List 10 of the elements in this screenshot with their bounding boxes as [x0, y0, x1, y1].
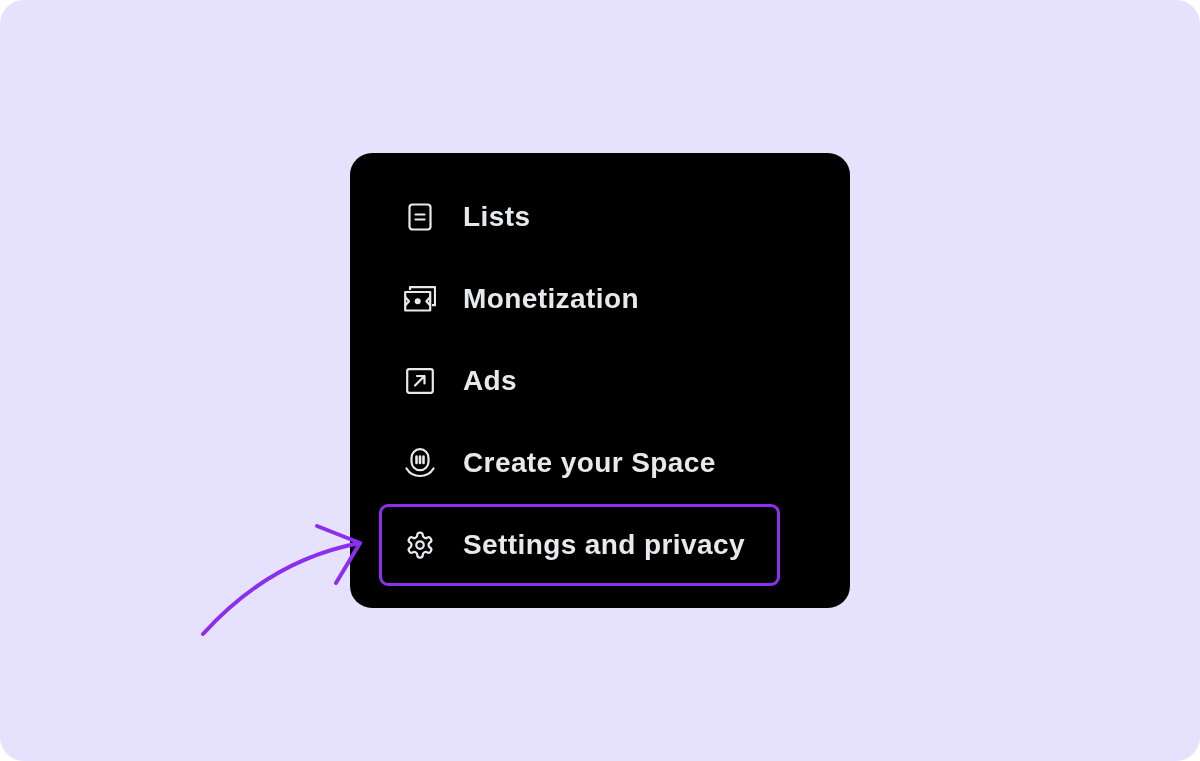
menu-item[interactable]: Create your Space: [379, 422, 780, 504]
menu-item[interactable]: Settings and privacy: [379, 504, 780, 586]
banknote-icon: [403, 286, 436, 312]
microphone-icon: [404, 448, 435, 478]
menu-item[interactable]: Monetization: [379, 258, 780, 340]
menu-item[interactable]: Lists: [379, 176, 780, 258]
menu-item[interactable]: Ads: [379, 340, 780, 422]
arrow-square-icon: [405, 368, 434, 394]
list-icon: [405, 203, 434, 231]
settings-icon: [404, 530, 435, 560]
